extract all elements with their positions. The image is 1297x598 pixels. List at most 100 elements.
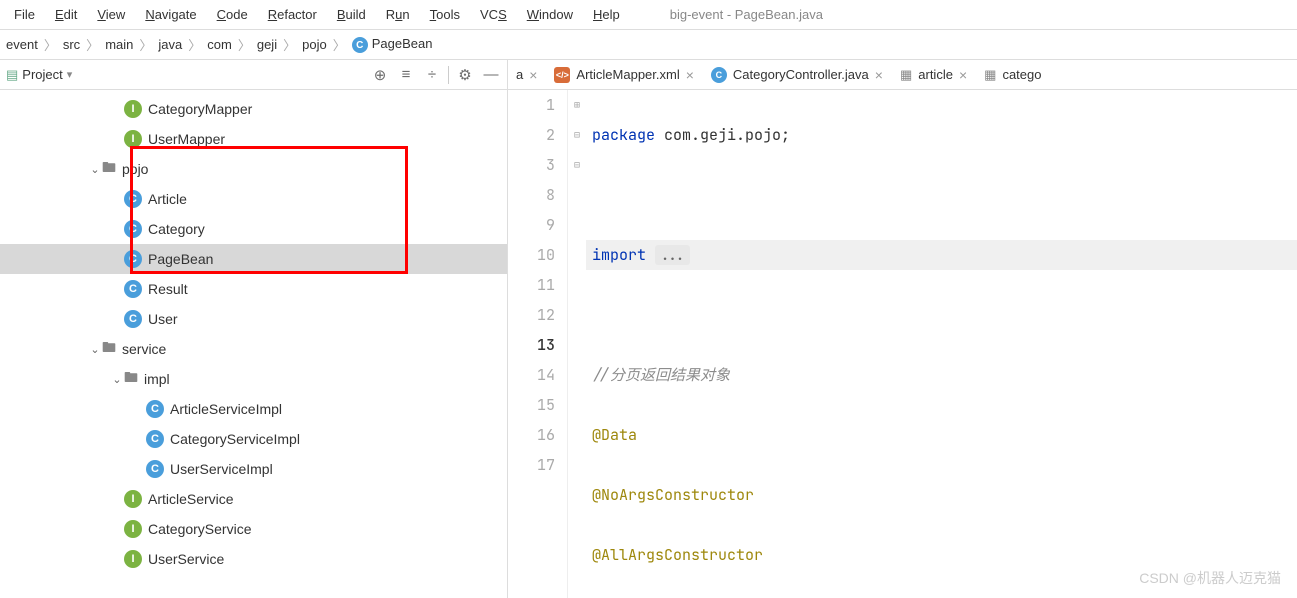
code-content[interactable]: package com.geji.pojo; import ... //分页返回… <box>586 90 1297 598</box>
gutter: 123891011121314151617 <box>508 90 568 598</box>
breadcrumb: event〉 src〉 main〉 java〉 com〉 geji〉 pojo〉… <box>0 30 1297 60</box>
menu-refactor[interactable]: Refactor <box>258 3 327 26</box>
tree-label: PageBean <box>148 251 213 267</box>
tree-label: service <box>122 341 166 357</box>
menu-vcs[interactable]: VCS <box>470 3 517 26</box>
tab-catego[interactable]: ▦catego <box>976 60 1050 89</box>
tree-node[interactable]: ⌄🖿pojo <box>0 154 507 184</box>
close-icon[interactable]: × <box>686 67 694 83</box>
tree-node[interactable]: I UserService <box>0 544 507 574</box>
interface-icon: I <box>124 520 142 538</box>
menu-run[interactable]: Run <box>376 3 420 26</box>
close-icon[interactable]: × <box>875 67 883 83</box>
tree-node[interactable]: I ArticleService <box>0 484 507 514</box>
crumb[interactable]: main <box>105 37 133 52</box>
fold-column[interactable]: ⊞⊟⊟ <box>568 90 586 598</box>
menu-file[interactable]: File <box>4 3 45 26</box>
tree-label: Category <box>148 221 205 237</box>
tree-node[interactable]: C Result <box>0 274 507 304</box>
menu-window[interactable]: Window <box>517 3 583 26</box>
tree-node[interactable]: C ArticleServiceImpl <box>0 394 507 424</box>
project-tree[interactable]: I CategoryMapper I UserMapper ⌄🖿pojo C Article… <box>0 90 507 598</box>
tree-label: CategoryMapper <box>148 101 252 117</box>
close-icon[interactable]: × <box>529 67 537 83</box>
crumb[interactable]: com <box>207 37 232 52</box>
menu-edit[interactable]: Edit <box>45 3 87 26</box>
tree-node[interactable]: ⌄🖿service <box>0 334 507 364</box>
crumb[interactable]: geji <box>257 37 277 52</box>
code-editor[interactable]: 123891011121314151617 ⊞⊟⊟ package com.ge… <box>508 90 1297 598</box>
menu-code[interactable]: Code <box>207 3 258 26</box>
minimize-icon[interactable]: — <box>481 65 501 85</box>
class-icon: C <box>124 310 142 328</box>
crumb[interactable]: src <box>63 37 80 52</box>
tab-article[interactable]: ▦article× <box>892 60 976 89</box>
tree-node[interactable]: ⌄🖿impl <box>0 364 507 394</box>
class-icon: C <box>352 37 368 53</box>
menu-bar: File Edit View Navigate Code Refactor Bu… <box>0 0 1297 30</box>
tree-label: impl <box>144 371 170 387</box>
tree-node[interactable]: C PageBean <box>0 244 507 274</box>
folder-icon: 🖿 <box>124 367 138 391</box>
tree-node[interactable]: C UserServiceImpl <box>0 454 507 484</box>
class-icon: C <box>711 67 727 83</box>
tree-label: CategoryService <box>148 521 252 537</box>
editor-tabs: a× </>ArticleMapper.xml× CCategoryContro… <box>508 60 1297 90</box>
tree-node[interactable]: I CategoryMapper <box>0 94 507 124</box>
close-icon[interactable]: × <box>959 67 967 83</box>
interface-icon: I <box>124 100 142 118</box>
class-icon: C <box>124 280 142 298</box>
tree-node[interactable]: I CategoryService <box>0 514 507 544</box>
tree-label: Result <box>148 281 188 297</box>
menu-tools[interactable]: Tools <box>420 3 470 26</box>
project-header: ▤ Project ▾ ⊕ ≡ ÷ ⚙ — <box>0 60 507 90</box>
crumb[interactable]: pojo <box>302 37 327 52</box>
tab-categorycontroller[interactable]: CCategoryController.java× <box>703 60 892 89</box>
folder-icon: 🖿 <box>102 337 116 361</box>
tree-label: ArticleService <box>148 491 234 507</box>
table-icon: ▦ <box>900 67 912 83</box>
expand-icon[interactable]: ≡ <box>396 65 416 85</box>
tab-articlemapper[interactable]: </>ArticleMapper.xml× <box>546 60 703 89</box>
class-icon: C <box>146 430 164 448</box>
gear-icon[interactable]: ⚙ <box>455 65 475 85</box>
menu-build[interactable]: Build <box>327 3 376 26</box>
class-icon: C <box>146 460 164 478</box>
class-icon: C <box>124 190 142 208</box>
tree-node[interactable]: I UserMapper <box>0 124 507 154</box>
tree-label: Article <box>148 191 187 207</box>
tree-label: User <box>148 311 178 327</box>
class-icon: C <box>124 220 142 238</box>
project-title[interactable]: ▤ Project ▾ <box>6 67 72 83</box>
menu-help[interactable]: Help <box>583 3 630 26</box>
menu-navigate[interactable]: Navigate <box>135 3 206 26</box>
interface-icon: I <box>124 550 142 568</box>
tree-label: CategoryServiceImpl <box>170 431 300 447</box>
tree-label: pojo <box>122 161 148 177</box>
target-icon[interactable]: ⊕ <box>370 65 390 85</box>
tab[interactable]: a× <box>508 60 546 89</box>
crumb-current[interactable]: CPageBean <box>352 36 433 54</box>
watermark: CSDN @机器人迈克猫 <box>1139 568 1281 588</box>
tree-label: UserServiceImpl <box>170 461 273 477</box>
editor-area: a× </>ArticleMapper.xml× CCategoryContro… <box>508 60 1297 598</box>
collapse-icon[interactable]: ÷ <box>422 65 442 85</box>
project-tool-window: ▤ Project ▾ ⊕ ≡ ÷ ⚙ — I CategoryMapper I Us… <box>0 60 508 598</box>
tree-label: ArticleServiceImpl <box>170 401 282 417</box>
tree-label: UserService <box>148 551 224 567</box>
tree-label: UserMapper <box>148 131 225 147</box>
tree-node[interactable]: C Category <box>0 214 507 244</box>
table-icon: ▦ <box>984 67 996 83</box>
tree-node[interactable]: C Article <box>0 184 507 214</box>
tree-node[interactable]: C CategoryServiceImpl <box>0 424 507 454</box>
interface-icon: I <box>124 490 142 508</box>
menu-view[interactable]: View <box>87 3 135 26</box>
class-icon: C <box>146 400 164 418</box>
class-icon: C <box>124 250 142 268</box>
interface-icon: I <box>124 130 142 148</box>
xml-icon: </> <box>554 67 570 83</box>
crumb[interactable]: event <box>6 37 38 52</box>
window-title: big-event - PageBean.java <box>670 7 823 22</box>
tree-node[interactable]: C User <box>0 304 507 334</box>
crumb[interactable]: java <box>158 37 182 52</box>
